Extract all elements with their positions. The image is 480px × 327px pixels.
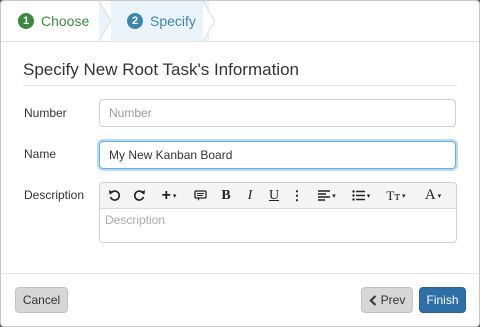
description-input[interactable]: Description — [100, 209, 456, 231]
italic-button[interactable]: I — [242, 183, 258, 208]
wizard-dialog: 1 Choose 2 Specify Specify New Root Task… — [0, 0, 480, 327]
page-title: Specify New Root Task's Information — [23, 60, 299, 79]
wizard-steps: 1 Choose 2 Specify — [1, 1, 479, 42]
font-size-icon: Tт — [386, 187, 401, 203]
editor-toolbar: + ▾ B I U ⋮ ▾ ▾ Tт ▾ A ▾ — [100, 183, 456, 209]
number-field[interactable] — [99, 99, 456, 127]
prev-label: Prev — [380, 293, 406, 307]
align-left-icon — [318, 190, 331, 201]
chevron-left-icon — [369, 294, 377, 306]
undo-icon[interactable] — [106, 183, 122, 208]
divider — [23, 85, 457, 86]
caret-icon: ▾ — [332, 192, 336, 200]
description-label: Description — [24, 188, 85, 202]
step-divider-icon — [202, 1, 216, 41]
font-color-icon: A — [424, 187, 436, 203]
step-label: Specify — [150, 13, 196, 29]
description-editor: + ▾ B I U ⋮ ▾ ▾ Tт ▾ A ▾ Description — [99, 182, 457, 243]
name-field[interactable] — [99, 141, 456, 169]
list-button[interactable]: ▾ — [349, 183, 373, 208]
font-size-button[interactable]: Tт ▾ — [383, 183, 409, 208]
caret-icon: ▾ — [402, 192, 406, 200]
bold-button[interactable]: B — [218, 183, 234, 208]
caret-icon: ▾ — [366, 192, 371, 200]
align-button[interactable]: ▾ — [315, 183, 339, 208]
caret-icon: ▾ — [172, 192, 177, 200]
cancel-button[interactable]: Cancel — [15, 287, 68, 313]
number-label: Number — [24, 106, 67, 120]
step-number: 2 — [127, 13, 143, 29]
finish-button[interactable]: Finish — [419, 287, 466, 313]
caret-icon: ▾ — [437, 192, 442, 200]
comment-icon[interactable] — [192, 183, 208, 208]
list-icon — [352, 190, 365, 201]
step-number: 1 — [18, 13, 34, 29]
redo-icon[interactable] — [131, 183, 147, 208]
plus-icon: + — [161, 186, 171, 204]
font-color-button[interactable]: A ▾ — [420, 183, 446, 208]
step-choose[interactable]: 1 Choose — [1, 1, 111, 41]
underline-button[interactable]: U — [266, 183, 282, 208]
insert-plus-button[interactable]: + ▾ — [158, 183, 180, 208]
more-icon[interactable]: ⋮ — [291, 183, 304, 208]
step-divider-icon — [98, 1, 112, 41]
step-label: Choose — [41, 13, 90, 29]
step-specify[interactable]: 2 Specify — [111, 1, 209, 41]
divider — [1, 273, 479, 274]
name-label: Name — [24, 147, 57, 161]
prev-button[interactable]: Prev — [361, 287, 413, 313]
